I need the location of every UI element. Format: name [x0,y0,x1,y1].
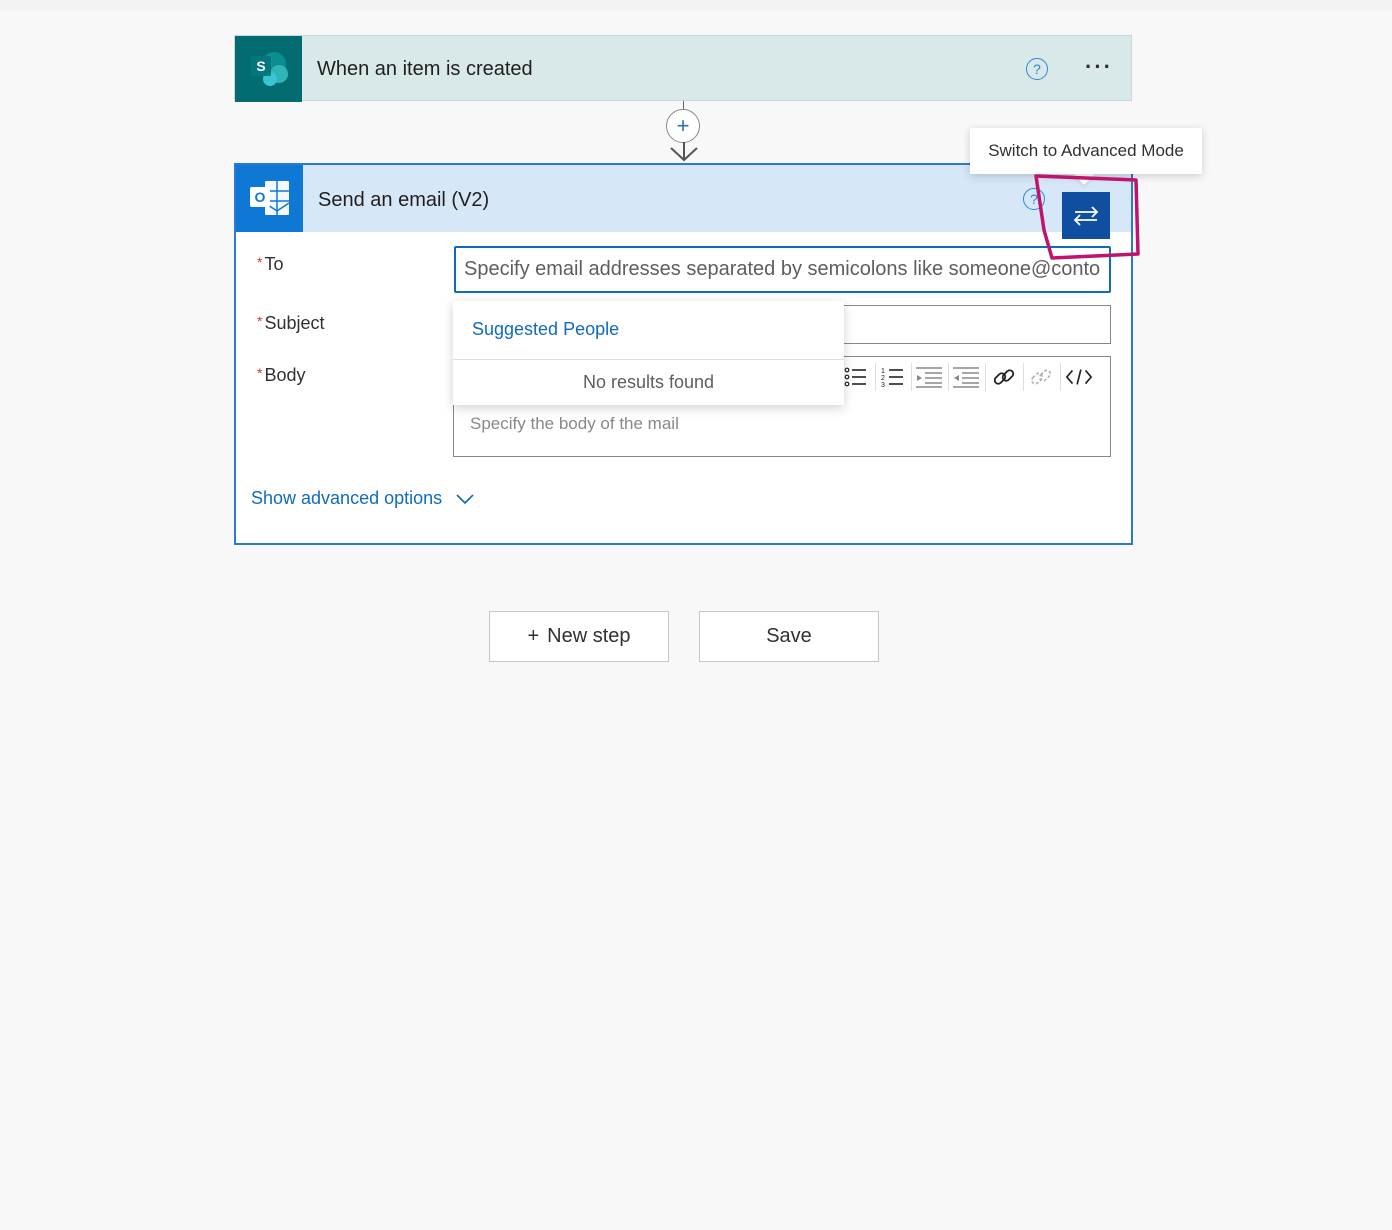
svg-text:2: 2 [881,375,885,382]
trigger-card[interactable]: S When an item is created ? ··· [234,35,1132,102]
help-icon[interactable]: ? [1026,58,1048,80]
svg-text:O: O [254,189,265,205]
trigger-title: When an item is created [317,58,533,80]
top-strip [0,0,1392,11]
body-label: * Body [257,365,305,386]
more-options-icon[interactable]: ··· [1085,54,1113,80]
insert-step-button[interactable]: + [666,109,700,143]
svg-text:S: S [256,58,265,74]
action-header[interactable]: O Send an email (V2) ? [236,165,1131,232]
bulleted-list-icon[interactable] [842,364,870,390]
decrease-indent-icon[interactable] [915,364,943,390]
svg-text:3: 3 [881,382,885,388]
sharepoint-icon: S [235,36,302,102]
suggested-people-header[interactable]: Suggested People [472,319,619,340]
new-step-button[interactable]: + New step [489,611,669,662]
save-button[interactable]: Save [699,611,879,662]
new-step-label: New step [547,625,631,647]
plus-icon: + [527,625,540,647]
action-title: Send an email (V2) [318,189,490,211]
body-label-text: Body [264,365,306,385]
subject-label: * Subject [257,313,325,334]
numbered-list-icon[interactable]: 1 2 3 [879,364,907,390]
help-icon[interactable]: ? [1023,188,1045,210]
to-input[interactable] [454,246,1111,293]
body-placeholder: Specify the body of the mail [470,414,679,433]
increase-indent-icon[interactable] [952,364,980,390]
suggested-people-dropdown: Suggested People No results found [453,301,844,405]
to-label-text: To [264,254,284,274]
show-advanced-options-link[interactable]: Show advanced options [251,488,474,509]
outlook-icon: O [236,165,303,232]
divider [453,359,844,360]
link-icon[interactable] [990,364,1018,390]
to-label: * To [257,254,283,275]
swap-arrows-icon [1073,205,1099,226]
unlink-icon[interactable] [1027,364,1055,390]
arrow-down-icon [670,142,698,162]
subject-label-text: Subject [264,313,325,333]
required-marker: * [257,254,263,270]
save-label: Save [766,625,812,647]
advanced-link-label: Show advanced options [251,488,443,508]
advanced-mode-tooltip: Switch to Advanced Mode [970,128,1202,174]
code-view-icon[interactable] [1065,364,1093,390]
chevron-down-icon [456,493,474,504]
required-marker: * [257,365,263,381]
switch-to-advanced-mode-button[interactable] [1062,192,1110,239]
no-results-text: No results found [582,372,715,392]
required-marker: * [257,313,263,329]
plus-icon: + [676,113,690,138]
svg-text:1: 1 [881,368,885,375]
